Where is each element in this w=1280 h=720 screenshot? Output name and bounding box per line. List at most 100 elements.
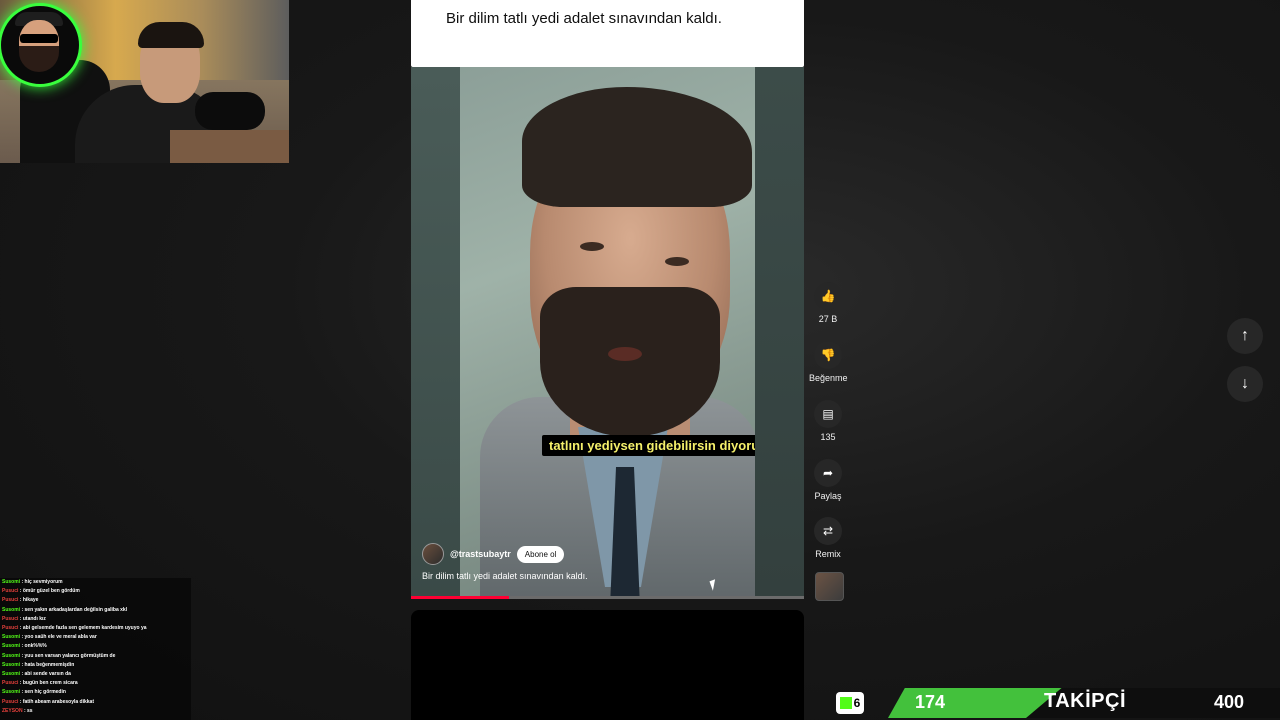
chat-message: Susomi : onk%%%	[2, 642, 191, 651]
chat-username: Pusuci	[2, 698, 19, 705]
webcam-hair	[138, 22, 204, 48]
next-video-card[interactable]	[411, 610, 804, 720]
subscribe-button[interactable]: Abone ol	[516, 545, 565, 563]
chat-username: Susomi	[2, 579, 21, 585]
video-beard	[540, 287, 720, 437]
thumbs-down-icon[interactable]: 👎	[814, 341, 842, 369]
chat-message: Pusuci : abi gelsemde fazla sen gelemem …	[2, 624, 191, 633]
chat-text: utandı kız	[22, 615, 46, 622]
chat-text: sen yakın arkadaşlardan değilsin galiba …	[24, 606, 128, 613]
previous-video-button[interactable]: ↑	[1227, 318, 1263, 354]
follower-goal: 400	[1214, 692, 1245, 712]
chat-text: ömür güzel ben gördüm	[22, 588, 80, 595]
share-icon[interactable]: ➦	[814, 459, 842, 487]
video-caption[interactable]: Bir dilim tatlı yedi adalet sınavından k…	[422, 571, 588, 581]
chat-username: Susomi	[2, 661, 21, 668]
chat-username: ZEYSON	[2, 707, 23, 714]
chat-text: abi gelsemde fazla sen gelemem kardesim …	[22, 625, 147, 632]
chat-message: Susomi : abi sende varsın da	[2, 670, 191, 679]
chat-text: hikaye	[22, 597, 39, 604]
chat-text: yoo saüh ele ve meral abla var	[24, 634, 97, 641]
chat-username: Pusuci	[2, 615, 19, 622]
previous-post-caption: Bir dilim tatlı yedi adalet sınavından k…	[446, 10, 722, 27]
chat-message: Susomi : yoo saüh ele ve meral abla var	[2, 633, 191, 642]
chat-message: Susomi : hiç sevmiyorum	[2, 578, 191, 587]
chat-message: Susomi : sen hiç görmedin	[2, 688, 191, 697]
remix-action[interactable]: ⇄ Remix	[809, 517, 847, 559]
chat-username: Pusuci	[2, 625, 19, 632]
chat-text: hata beğenmemişdin	[24, 661, 75, 668]
chat-text: onk%%%	[24, 643, 47, 650]
channel-avatar[interactable]	[422, 543, 444, 565]
webcam-desk	[170, 130, 289, 163]
video-blur-left	[411, 67, 460, 598]
chat-username: Pusuci	[2, 680, 19, 687]
video-subtitle: tatlını yediysen gidebilirsin diyorum	[542, 435, 755, 456]
next-video-button[interactable]: ↓	[1227, 366, 1263, 402]
share-action[interactable]: ➦ Paylaş	[809, 459, 847, 501]
chat-message: ZEYSON : ss	[2, 707, 191, 716]
chat-username: Susomi	[2, 634, 21, 641]
chat-message: Pusuci : ömür güzel ben gördüm	[2, 587, 191, 596]
chat-message: Pusuci : fatih abeam arabesoyla dikkat	[2, 698, 191, 707]
kick-count: 6	[853, 696, 861, 710]
video-eye-left	[580, 242, 604, 251]
remix-icon[interactable]: ⇄	[814, 517, 842, 545]
chat-text: ss	[27, 707, 33, 714]
chat-username: Susomi	[2, 671, 21, 678]
like-count: 27 B	[818, 314, 838, 324]
arrow-up-icon: ↑	[1241, 327, 1249, 344]
comment-icon[interactable]: ▤	[814, 400, 842, 428]
chat-message: Susomi : hata beğenmemişdin	[2, 661, 191, 670]
thumbs-up-icon[interactable]: 👍	[814, 282, 842, 310]
chat-message: Pusuci : hikaye	[2, 596, 191, 605]
kick-badge: 6	[836, 692, 864, 714]
video-progress-bar[interactable]	[411, 596, 804, 599]
chat-username: Susomi	[2, 689, 21, 696]
sound-thumbnail[interactable]	[815, 572, 844, 601]
avatar-glasses	[20, 34, 58, 43]
chat-text: hiç sevmiyorum	[24, 579, 63, 585]
shorts-video-player[interactable]: tatlını yediysen gidebilirsin diyorum @t…	[411, 67, 804, 598]
video-frame: tatlını yediysen gidebilirsin diyorum	[460, 67, 755, 598]
follower-goal-bar: 6 174 TAKİPÇİ 400	[836, 688, 1280, 718]
share-label: Paylaş	[814, 491, 842, 501]
chat-username: Pusuci	[2, 597, 19, 604]
channel-handle[interactable]: @trastsubaytr	[450, 549, 511, 559]
channel-row: @trastsubaytr Abone ol	[422, 543, 565, 565]
webcam-overlay	[0, 0, 289, 163]
chat-text: yuu sen varsan yalancı görmüştüm de	[24, 652, 116, 659]
follower-label: TAKİPÇİ	[1044, 690, 1127, 712]
chat-text: abi sende varsın da	[24, 671, 71, 678]
chat-username: Pusuci	[2, 588, 19, 595]
chat-message: Pusuci : utandı kız	[2, 615, 191, 624]
microphone	[195, 92, 265, 130]
dislike-action[interactable]: 👎 Beğenme	[809, 341, 848, 383]
chat-text: fatih abeam arabesoyla dikkat	[22, 698, 95, 705]
comments-action[interactable]: ▤ 135	[809, 400, 847, 442]
like-action[interactable]: 👍 27 B	[809, 282, 847, 324]
chat-username: Susomi	[2, 652, 21, 659]
chat-message: Susomi : sen yakın arkadaşlardan değilsi…	[2, 606, 191, 615]
chat-text: sen hiç görmedin	[24, 689, 66, 696]
dislike-label: Beğenme	[809, 373, 848, 383]
arrow-down-icon: ↓	[1241, 375, 1249, 392]
kick-logo-icon	[839, 697, 852, 709]
chat-username: Susomi	[2, 643, 21, 650]
previous-post-card[interactable]: Bir dilim tatlı yedi adalet sınavından k…	[411, 0, 804, 67]
comment-count: 135	[820, 432, 836, 442]
video-mouth	[608, 347, 642, 361]
chat-message: Pusuci : bugün ben crem sicara	[2, 679, 191, 688]
chat-text: bugün ben crem sicara	[22, 680, 78, 687]
follower-current: 174	[915, 692, 946, 712]
streamer-avatar-badge	[0, 3, 82, 87]
remix-label: Remix	[815, 549, 841, 559]
chat-message: Susomi : yuu sen varsan yalancı görmüştü…	[2, 652, 191, 661]
video-progress-fill	[411, 596, 510, 599]
avatar-beard	[19, 46, 59, 72]
video-hair	[522, 87, 752, 207]
stream-chat-overlay: Susomi : hiç sevmiyorum Pusuci : ömür güz…	[0, 578, 191, 720]
chat-username: Susomi	[2, 606, 21, 613]
video-eye-right	[665, 257, 689, 266]
video-blur-right	[755, 67, 804, 598]
